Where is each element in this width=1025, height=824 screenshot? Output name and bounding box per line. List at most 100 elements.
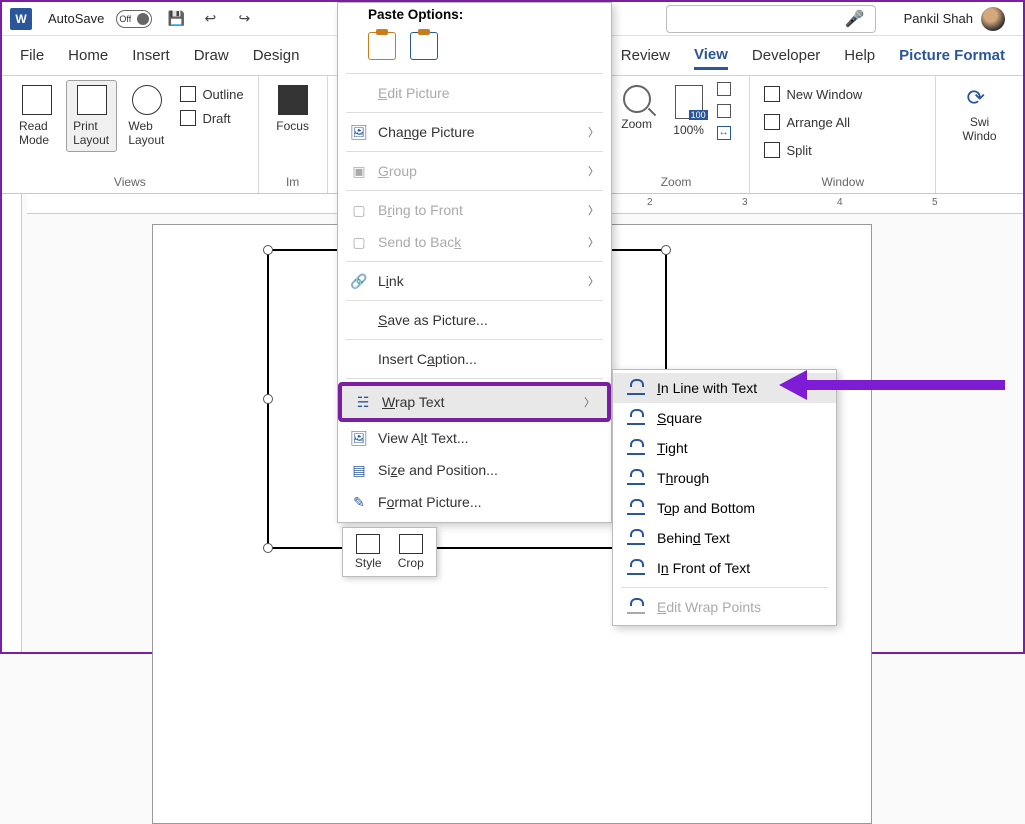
in-front-icon [627, 561, 645, 575]
web-layout-button[interactable]: Web Layout [121, 80, 172, 152]
chevron-right-icon: 〉 [584, 394, 595, 410]
zoom-group-label: Zoom [613, 173, 740, 191]
crop-button[interactable]: Crop [392, 534, 431, 570]
change-picture-icon: 🖼 [350, 123, 368, 141]
tab-developer[interactable]: Developer [752, 43, 820, 68]
resize-handle-nw[interactable] [263, 245, 273, 255]
menu-bring-to-front: ▢Bring to Front〉 [338, 194, 611, 226]
switch-label: Swi Windo [953, 115, 1006, 143]
draft-icon [180, 110, 196, 126]
size-position-icon: ▤ [350, 461, 368, 479]
submenu-through[interactable]: Through [613, 463, 836, 493]
ribbon-group-views: Read Mode Print Layout Web Layout Outlin… [2, 76, 259, 193]
undo-icon[interactable]: ↩ [200, 9, 220, 29]
autosave-label: AutoSave [48, 11, 104, 26]
arrange-all-icon [764, 114, 780, 130]
menu-insert-caption[interactable]: Insert Caption... [338, 343, 611, 375]
ribbon-group-window: New Window Arrange All Split Window [750, 76, 936, 193]
submenu-square[interactable]: Square [613, 403, 836, 433]
paste-keep-formatting-icon[interactable] [368, 32, 396, 60]
tab-home[interactable]: Home [68, 43, 108, 68]
ruler-mark: 4 [837, 197, 843, 208]
page-width-icon[interactable]: ↔ [717, 126, 731, 140]
menu-change-picture[interactable]: 🖼Change Picture〉 [338, 116, 611, 148]
menu-view-alt-text[interactable]: 🖼View Alt Text... [338, 422, 611, 454]
context-menu: Paste Options: Edit Picture 🖼Change Pict… [337, 2, 612, 523]
focus-button[interactable]: Focus [269, 80, 317, 138]
wrap-text-submenu: In Line with Text Square Tight Through T… [612, 369, 837, 626]
search-input[interactable]: 🎤 [666, 5, 876, 33]
one-page-icon[interactable] [717, 82, 731, 96]
save-icon[interactable]: 💾 [166, 9, 186, 29]
style-label: Style [355, 556, 382, 570]
switch-windows-button[interactable]: ⟳ Swi Windo [946, 80, 1013, 148]
tab-design[interactable]: Design [253, 43, 300, 68]
resize-handle-w[interactable] [263, 394, 273, 404]
read-mode-button[interactable]: Read Mode [12, 80, 62, 152]
hundred-percent-button[interactable]: 100% [665, 80, 713, 142]
tab-picture-format[interactable]: Picture Format [899, 43, 1005, 68]
outline-icon [180, 86, 196, 102]
tab-draw[interactable]: Draw [194, 43, 229, 68]
chevron-right-icon: 〉 [588, 273, 599, 289]
tab-help[interactable]: Help [844, 43, 875, 68]
redo-icon[interactable]: ↪ [234, 9, 254, 29]
outline-button[interactable]: Outline [176, 84, 247, 104]
through-icon [627, 471, 645, 485]
zoom-icon [623, 85, 651, 113]
split-label: Split [786, 143, 811, 158]
submenu-behind[interactable]: Behind Text [613, 523, 836, 553]
chevron-right-icon: 〉 [588, 202, 599, 218]
print-layout-button[interactable]: Print Layout [66, 80, 117, 152]
tab-file[interactable]: File [20, 43, 44, 68]
alt-text-icon: 🖼 [350, 429, 368, 447]
outline-label: Outline [202, 87, 243, 102]
style-button[interactable]: Style [349, 534, 388, 570]
microphone-icon[interactable]: 🎤 [845, 9, 865, 29]
square-icon [627, 411, 645, 425]
resize-handle-ne[interactable] [661, 245, 671, 255]
ruler-mark: 2 [647, 197, 653, 208]
crop-label: Crop [398, 556, 424, 570]
hundred-label: 100% [673, 123, 704, 137]
multi-page-icon[interactable] [717, 104, 731, 118]
vertical-ruler[interactable] [2, 194, 22, 652]
menu-wrap-text[interactable]: ☵Wrap Text〉 [338, 382, 611, 422]
bring-front-icon: ▢ [350, 201, 368, 219]
chevron-right-icon: 〉 [588, 234, 599, 250]
new-window-button[interactable]: New Window [760, 84, 866, 104]
zoom-button[interactable]: Zoom [613, 80, 661, 136]
menu-edit-picture: Edit Picture [338, 77, 611, 109]
autosave-toggle[interactable]: Off [116, 10, 152, 28]
web-layout-label: Web Layout [128, 119, 165, 147]
profile[interactable]: Pankil Shah [904, 7, 1005, 31]
read-mode-label: Read Mode [19, 119, 55, 147]
window-group-label: Window [760, 173, 925, 191]
menu-send-to-back: ▢Send to Back〉 [338, 226, 611, 258]
immersive-group-label: Im [269, 173, 317, 191]
menu-format-picture[interactable]: ✎Format Picture... [338, 486, 611, 518]
paste-picture-icon[interactable] [410, 32, 438, 60]
submenu-tight[interactable]: Tight [613, 433, 836, 463]
toggle-knob-icon [137, 13, 149, 25]
submenu-in-front[interactable]: In Front of Text [613, 553, 836, 583]
split-button[interactable]: Split [760, 140, 866, 160]
link-icon: 🔗 [350, 272, 368, 290]
arrange-all-button[interactable]: Arrange All [760, 112, 866, 132]
ribbon-group-switch: ⟳ Swi Windo [936, 76, 1023, 193]
menu-size-position[interactable]: ▤Size and Position... [338, 454, 611, 486]
draft-label: Draft [202, 111, 230, 126]
tab-review[interactable]: Review [621, 43, 670, 68]
menu-save-as-picture[interactable]: Save as Picture... [338, 304, 611, 336]
resize-handle-sw[interactable] [263, 543, 273, 553]
send-back-icon: ▢ [350, 233, 368, 251]
style-icon [356, 534, 380, 554]
submenu-top-bottom[interactable]: Top and Bottom [613, 493, 836, 523]
behind-icon [627, 531, 645, 545]
draft-button[interactable]: Draft [176, 108, 247, 128]
menu-link[interactable]: 🔗Link〉 [338, 265, 611, 297]
print-layout-label: Print Layout [73, 119, 110, 147]
tab-view[interactable]: View [694, 42, 728, 70]
focus-label: Focus [276, 119, 309, 133]
tab-insert[interactable]: Insert [132, 43, 170, 68]
